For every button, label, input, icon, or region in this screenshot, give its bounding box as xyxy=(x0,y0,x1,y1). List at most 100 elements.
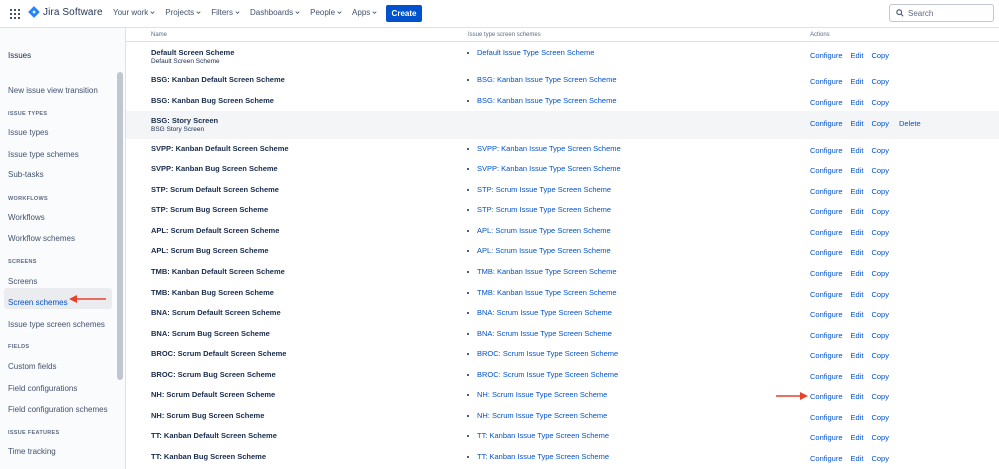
copy-link[interactable]: Copy xyxy=(871,372,889,381)
sidebar-item-issue-types[interactable]: Issue types xyxy=(8,128,48,137)
configure-link[interactable]: Configure xyxy=(810,372,843,381)
edit-link[interactable]: Edit xyxy=(851,51,864,60)
sidebar-item-issue-type-screen-schemes[interactable]: Issue type screen schemes xyxy=(8,320,105,329)
configure-link[interactable]: Configure xyxy=(810,98,843,107)
app-switcher-icon[interactable] xyxy=(10,9,20,19)
configure-link[interactable]: Configure xyxy=(810,77,843,86)
copy-link[interactable]: Copy xyxy=(871,269,889,278)
copy-link[interactable]: Copy xyxy=(871,351,889,360)
nav-item-people[interactable]: People xyxy=(310,8,343,17)
issue-type-screen-scheme-link[interactable]: SVPP: Kanban Issue Type Screen Scheme xyxy=(477,164,621,173)
copy-link[interactable]: Copy xyxy=(871,413,889,422)
nav-item-projects[interactable]: Projects xyxy=(165,8,202,17)
configure-link[interactable]: Configure xyxy=(810,413,843,422)
jira-logo[interactable]: Jira Software xyxy=(28,6,103,18)
copy-link[interactable]: Copy xyxy=(871,77,889,86)
edit-link[interactable]: Edit xyxy=(851,351,864,360)
edit-link[interactable]: Edit xyxy=(851,207,864,216)
issue-type-screen-scheme-link[interactable]: TMB: Kanban Issue Type Screen Scheme xyxy=(477,267,617,276)
sidebar-item-custom-fields[interactable]: Custom fields xyxy=(8,362,56,371)
configure-link[interactable]: Configure xyxy=(810,228,843,237)
copy-link[interactable]: Copy xyxy=(871,166,889,175)
edit-link[interactable]: Edit xyxy=(851,433,864,442)
edit-link[interactable]: Edit xyxy=(851,98,864,107)
search-box[interactable] xyxy=(889,4,994,22)
edit-link[interactable]: Edit xyxy=(851,166,864,175)
edit-link[interactable]: Edit xyxy=(851,392,864,401)
sidebar-item-sub-tasks[interactable]: Sub-tasks xyxy=(8,170,44,179)
configure-link[interactable]: Configure xyxy=(810,166,843,175)
issue-type-screen-scheme-link[interactable]: BSG: Kanban Issue Type Screen Scheme xyxy=(477,96,617,105)
sidebar-item-screen-schemes[interactable]: Screen schemes xyxy=(8,298,68,307)
edit-link[interactable]: Edit xyxy=(851,146,864,155)
configure-link[interactable]: Configure xyxy=(810,290,843,299)
issue-type-screen-scheme-link[interactable]: NH: Scrum Issue Type Screen Scheme xyxy=(477,390,607,399)
configure-link[interactable]: Configure xyxy=(810,310,843,319)
delete-link[interactable]: Delete xyxy=(899,119,921,128)
copy-link[interactable]: Copy xyxy=(871,207,889,216)
edit-link[interactable]: Edit xyxy=(851,187,864,196)
edit-link[interactable]: Edit xyxy=(851,372,864,381)
issue-type-screen-scheme-link[interactable]: TMB: Kanban Issue Type Screen Scheme xyxy=(477,288,617,297)
sidebar-item-workflows[interactable]: Workflows xyxy=(8,213,45,222)
nav-item-apps[interactable]: Apps xyxy=(352,8,378,17)
edit-link[interactable]: Edit xyxy=(851,331,864,340)
sidebar-item-screens[interactable]: Screens xyxy=(8,277,37,286)
issue-type-screen-scheme-link[interactable]: TT: Kanban Issue Type Screen Scheme xyxy=(477,431,609,440)
configure-link[interactable]: Configure xyxy=(810,454,843,463)
configure-link[interactable]: Configure xyxy=(810,392,843,401)
sidebar-item-new-issue-view-transition[interactable]: New issue view transition xyxy=(8,86,98,95)
sidebar-scrollbar[interactable] xyxy=(117,72,123,380)
sidebar-item-time-tracking[interactable]: Time tracking xyxy=(8,447,56,456)
edit-link[interactable]: Edit xyxy=(851,269,864,278)
configure-link[interactable]: Configure xyxy=(810,207,843,216)
issue-type-screen-scheme-link[interactable]: STP: Scrum Issue Type Screen Scheme xyxy=(477,185,611,194)
copy-link[interactable]: Copy xyxy=(871,392,889,401)
configure-link[interactable]: Configure xyxy=(810,187,843,196)
edit-link[interactable]: Edit xyxy=(851,228,864,237)
issue-type-screen-scheme-link[interactable]: BSG: Kanban Issue Type Screen Scheme xyxy=(477,75,617,84)
configure-link[interactable]: Configure xyxy=(810,269,843,278)
nav-item-your-work[interactable]: Your work xyxy=(113,8,156,17)
copy-link[interactable]: Copy xyxy=(871,187,889,196)
edit-link[interactable]: Edit xyxy=(851,310,864,319)
issue-type-screen-scheme-link[interactable]: NH: Scrum Issue Type Screen Scheme xyxy=(477,411,607,420)
copy-link[interactable]: Copy xyxy=(871,433,889,442)
issue-type-screen-scheme-link[interactable]: TT: Kanban Issue Type Screen Scheme xyxy=(477,452,609,461)
nav-item-dashboards[interactable]: Dashboards xyxy=(250,8,301,17)
nav-item-filters[interactable]: Filters xyxy=(211,8,241,17)
issue-type-screen-scheme-link[interactable]: BNA: Scrum Issue Type Screen Scheme xyxy=(477,329,612,338)
configure-link[interactable]: Configure xyxy=(810,248,843,257)
copy-link[interactable]: Copy xyxy=(871,98,889,107)
issue-type-screen-scheme-link[interactable]: Default Issue Type Screen Scheme xyxy=(477,48,594,57)
copy-link[interactable]: Copy xyxy=(871,290,889,299)
configure-link[interactable]: Configure xyxy=(810,433,843,442)
issue-type-screen-scheme-link[interactable]: SVPP: Kanban Issue Type Screen Scheme xyxy=(477,144,621,153)
create-button[interactable]: Create xyxy=(386,5,422,22)
issue-type-screen-scheme-link[interactable]: BROC: Scrum Issue Type Screen Scheme xyxy=(477,349,618,358)
sidebar-item-field-configuration-schemes[interactable]: Field configuration schemes xyxy=(8,405,108,414)
edit-link[interactable]: Edit xyxy=(851,413,864,422)
edit-link[interactable]: Edit xyxy=(851,290,864,299)
issue-type-screen-scheme-link[interactable]: BNA: Scrum Issue Type Screen Scheme xyxy=(477,308,612,317)
copy-link[interactable]: Copy xyxy=(871,119,889,128)
issue-type-screen-scheme-link[interactable]: APL: Scrum Issue Type Screen Scheme xyxy=(477,246,611,255)
configure-link[interactable]: Configure xyxy=(810,331,843,340)
copy-link[interactable]: Copy xyxy=(871,228,889,237)
configure-link[interactable]: Configure xyxy=(810,119,843,128)
configure-link[interactable]: Configure xyxy=(810,51,843,60)
sidebar-item-workflow-schemes[interactable]: Workflow schemes xyxy=(8,234,75,243)
copy-link[interactable]: Copy xyxy=(871,331,889,340)
edit-link[interactable]: Edit xyxy=(851,454,864,463)
edit-link[interactable]: Edit xyxy=(851,77,864,86)
issue-type-screen-scheme-link[interactable]: STP: Scrum Issue Type Screen Scheme xyxy=(477,205,611,214)
issue-type-screen-scheme-link[interactable]: BROC: Scrum Issue Type Screen Scheme xyxy=(477,370,618,379)
configure-link[interactable]: Configure xyxy=(810,146,843,155)
sidebar-item-field-configurations[interactable]: Field configurations xyxy=(8,384,77,393)
search-input[interactable] xyxy=(908,8,988,18)
copy-link[interactable]: Copy xyxy=(871,454,889,463)
configure-link[interactable]: Configure xyxy=(810,351,843,360)
edit-link[interactable]: Edit xyxy=(851,119,864,128)
copy-link[interactable]: Copy xyxy=(871,248,889,257)
copy-link[interactable]: Copy xyxy=(871,310,889,319)
